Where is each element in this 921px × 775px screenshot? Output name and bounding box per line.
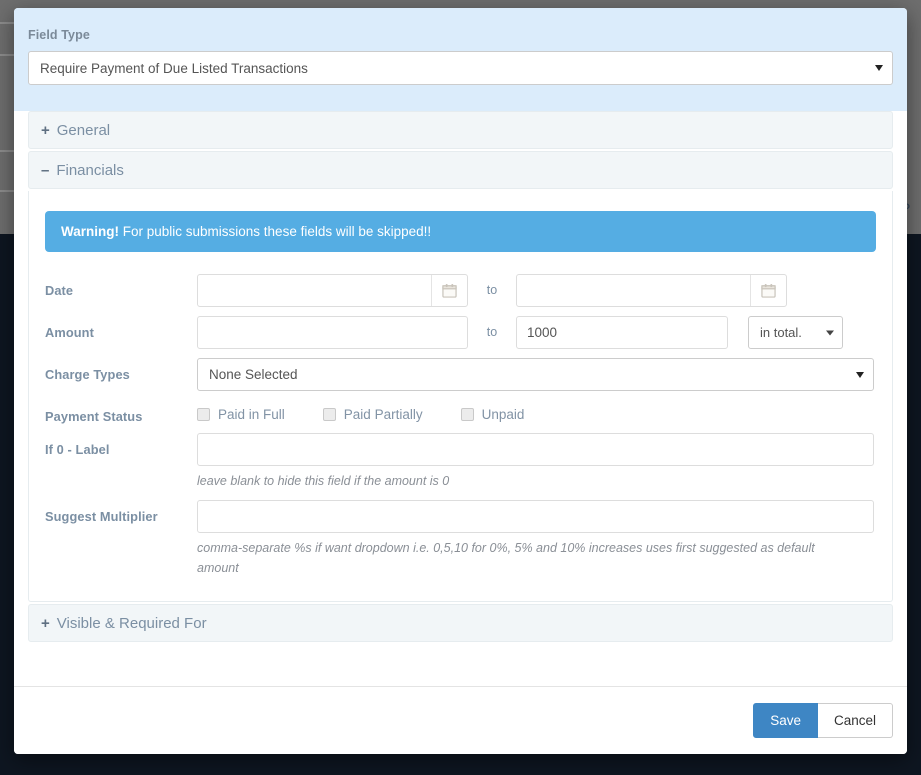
field-type-section: Field Type Require Payment of Due Listed…: [14, 8, 907, 111]
date-to-input[interactable]: [517, 275, 750, 306]
checkbox-unpaid[interactable]: Unpaid: [460, 407, 525, 422]
form-row-payment-status: Payment Status Paid in Full Paid Partial…: [45, 400, 876, 424]
payment-status-checkbox-group: Paid in Full Paid Partially Unpaid: [197, 400, 876, 422]
checkbox-box-icon[interactable]: [322, 408, 336, 421]
accordion-header-financials[interactable]: – Financials: [28, 151, 893, 189]
field-type-select-value: Require Payment of Due Listed Transactio…: [40, 60, 308, 76]
checkbox-label: Paid in Full: [218, 407, 285, 422]
label-payment-status: Payment Status: [45, 409, 143, 424]
modal-footer: Save Cancel: [14, 686, 907, 754]
minus-icon: –: [41, 161, 50, 179]
form-row-date: Date to: [45, 274, 876, 307]
checkbox-box-icon[interactable]: [460, 408, 474, 421]
amount-unit-select[interactable]: in total.: [748, 316, 843, 349]
form-row-amount: Amount to in total.: [45, 316, 876, 349]
amount-from-input[interactable]: [197, 316, 468, 349]
accordion-panel-financials: Warning! For public submissions these fi…: [28, 191, 893, 603]
field-type-select[interactable]: Require Payment of Due Listed Transactio…: [28, 51, 893, 85]
accordion-header-general[interactable]: + General: [28, 111, 893, 149]
suggest-multiplier-help: comma-separate %s if want dropdown i.e. …: [197, 541, 815, 575]
accordion-header-visible-required[interactable]: + Visible & Required For: [28, 604, 893, 643]
label-if-zero: If 0 - Label: [45, 442, 110, 457]
chevron-down-icon: [856, 371, 864, 378]
label-date: Date: [45, 283, 74, 298]
save-button[interactable]: Save: [753, 703, 818, 738]
label-amount: Amount: [45, 325, 94, 340]
checkbox-paid-partially[interactable]: Paid Partially: [322, 407, 423, 422]
form-row-suggest-multiplier: Suggest Multiplier comma-separate %s if …: [45, 500, 876, 578]
date-to-separator: to: [486, 283, 498, 297]
form-row-charge-types: Charge Types None Selected: [45, 358, 876, 391]
chevron-down-icon: [826, 330, 834, 335]
accordion-label-general: General: [56, 121, 111, 139]
if-zero-label-help: leave blank to hide this field if the am…: [197, 474, 450, 488]
warning-banner-text: For public submissions these fields will…: [119, 224, 432, 239]
form-row-if-zero-label: If 0 - Label leave blank to hide this fi…: [45, 433, 876, 491]
amount-unit-value: in total.: [760, 325, 802, 340]
accordion-label-financials: Financials: [56, 161, 124, 179]
checkbox-paid-in-full[interactable]: Paid in Full: [197, 407, 285, 422]
label-suggest-multiplier: Suggest Multiplier: [45, 509, 158, 525]
field-type-label: Field Type: [28, 28, 90, 42]
checkbox-label: Unpaid: [481, 407, 525, 422]
charge-types-value: None Selected: [209, 367, 298, 382]
amount-to-input[interactable]: [516, 316, 728, 349]
warning-banner-strong: Warning!: [61, 224, 119, 239]
plus-icon: +: [41, 614, 50, 632]
charge-types-select[interactable]: None Selected: [197, 358, 874, 391]
checkbox-box-icon[interactable]: [197, 408, 210, 421]
plus-icon: +: [41, 121, 50, 139]
cancel-button[interactable]: Cancel: [817, 703, 893, 738]
suggest-multiplier-input[interactable]: [197, 500, 874, 534]
amount-to-separator: to: [486, 325, 498, 339]
date-from-input[interactable]: [198, 275, 431, 306]
label-charge-types: Charge Types: [45, 367, 130, 382]
calendar-icon[interactable]: [750, 275, 786, 306]
calendar-icon[interactable]: [431, 275, 467, 306]
date-to-field[interactable]: [516, 274, 787, 307]
checkbox-label: Paid Partially: [343, 407, 423, 422]
date-from-field[interactable]: [197, 274, 468, 307]
accordion-label-visible-required: Visible & Required For: [56, 614, 207, 632]
warning-banner: Warning! For public submissions these fi…: [45, 211, 876, 252]
field-editor-modal: Field Type Require Payment of Due Listed…: [14, 8, 907, 754]
if-zero-label-input[interactable]: [197, 433, 874, 466]
chevron-down-icon: [875, 65, 883, 71]
modal-body: + General – Financials Warning! For publ…: [14, 111, 907, 686]
